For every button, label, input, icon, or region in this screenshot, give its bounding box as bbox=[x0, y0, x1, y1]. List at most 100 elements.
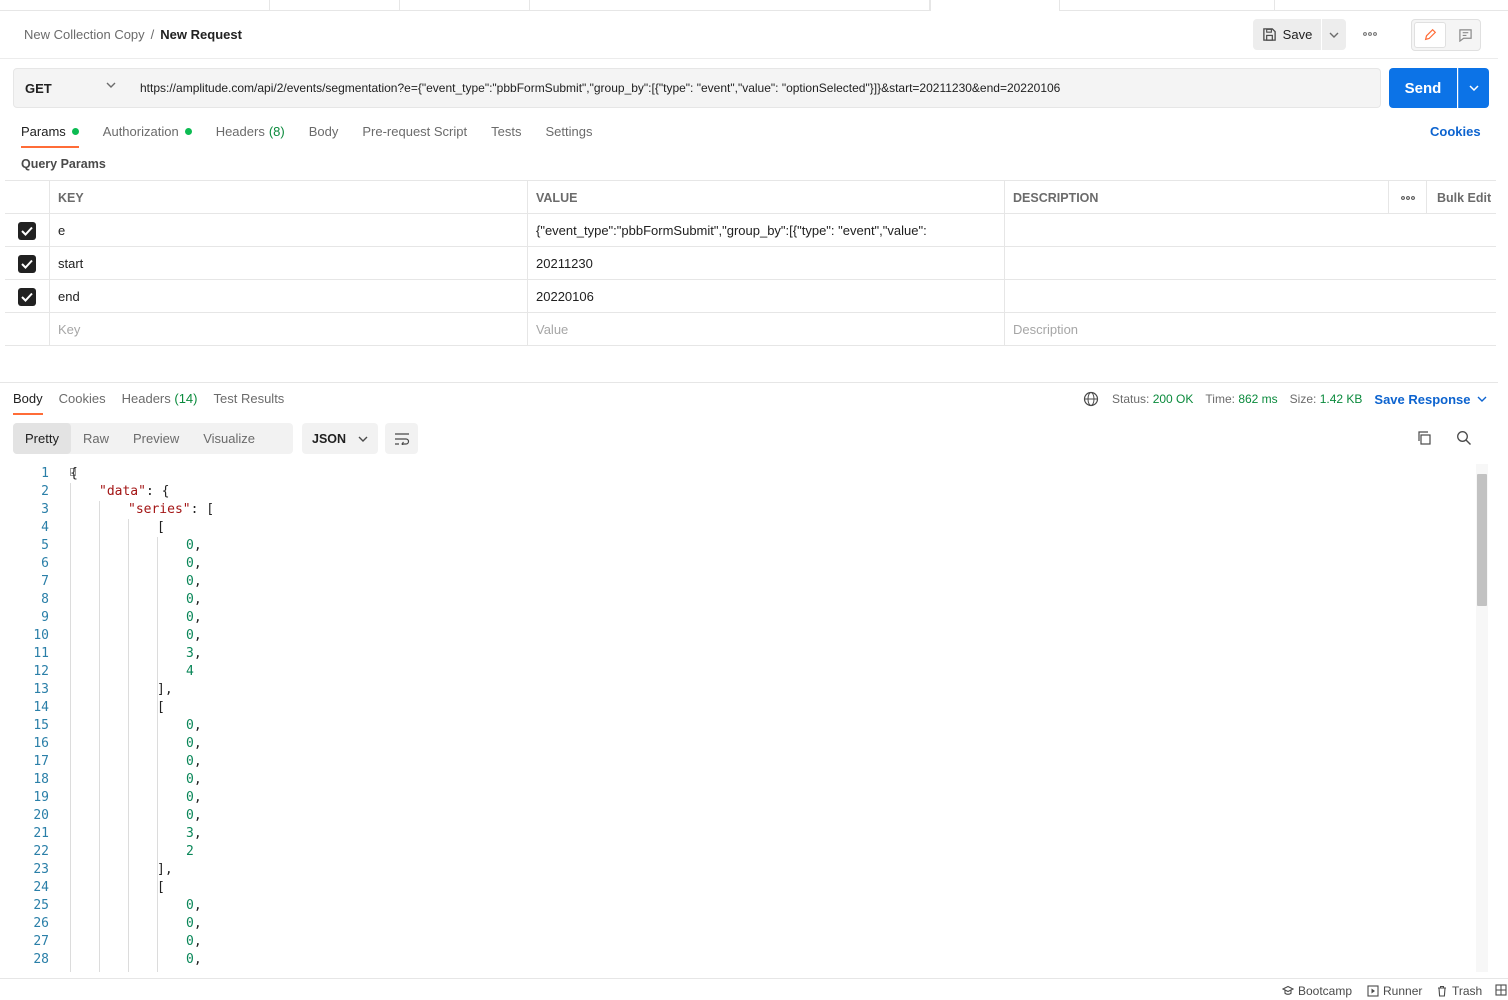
cookies-link[interactable]: Cookies bbox=[1430, 124, 1481, 139]
column-options-button[interactable] bbox=[1388, 181, 1426, 214]
trash-icon bbox=[1438, 985, 1446, 997]
view-pretty[interactable]: Pretty bbox=[13, 423, 71, 454]
param-value[interactable]: 20211230 bbox=[527, 247, 1004, 280]
tab-params[interactable]: Params bbox=[21, 124, 79, 148]
copy-icon[interactable] bbox=[1416, 430, 1432, 449]
request-tab[interactable] bbox=[530, 0, 930, 10]
response-divider[interactable] bbox=[0, 382, 1498, 383]
globe-icon[interactable] bbox=[1083, 391, 1100, 407]
param-value[interactable]: 20220106 bbox=[527, 280, 1004, 313]
line-content: 0, bbox=[186, 717, 202, 735]
more-actions-button[interactable] bbox=[1358, 23, 1382, 45]
view-raw[interactable]: Raw bbox=[71, 423, 121, 454]
request-tab[interactable] bbox=[400, 0, 530, 10]
code-line: 5 0, bbox=[0, 537, 1475, 555]
save-response-button[interactable]: Save Response bbox=[1374, 392, 1487, 407]
response-tab-body[interactable]: Body bbox=[13, 391, 43, 415]
header-key: KEY bbox=[49, 181, 528, 214]
response-tab-test-results[interactable]: Test Results bbox=[214, 391, 285, 415]
response-body-editor[interactable]: 1{2 "data": {3 "series": [4[5 0, 6 0, 7 0, 8 0, 9 0… bbox=[0, 464, 1475, 972]
response-status[interactable]: Status: 200 OK bbox=[1112, 392, 1193, 406]
response-size[interactable]: Size: 1.42 KB bbox=[1290, 392, 1363, 406]
method-select[interactable]: GET bbox=[13, 68, 129, 108]
json-punctuation: , bbox=[193, 610, 202, 625]
breadcrumb-collection[interactable]: New Collection Copy bbox=[24, 27, 145, 42]
save-button[interactable]: Save bbox=[1253, 19, 1321, 50]
wrap-lines-button[interactable] bbox=[385, 423, 418, 454]
response-tab-cookies[interactable]: Cookies bbox=[59, 391, 106, 415]
format-select[interactable]: JSON bbox=[302, 423, 378, 454]
edit-mode-button[interactable] bbox=[1414, 22, 1446, 48]
checkbox-checked-icon bbox=[18, 287, 36, 306]
new-param-description-input[interactable]: Description bbox=[1004, 313, 1388, 346]
tab-count: (8) bbox=[268, 124, 285, 139]
search-icon[interactable] bbox=[1456, 430, 1472, 449]
send-options-button[interactable] bbox=[1458, 68, 1489, 108]
tab-pre-request-script[interactable]: Pre-request Script bbox=[362, 124, 467, 148]
json-punctuation: , bbox=[193, 808, 202, 823]
param-description[interactable] bbox=[1004, 247, 1388, 280]
breadcrumb-separator: / bbox=[150, 27, 155, 42]
view-visualize[interactable]: Visualize bbox=[191, 423, 267, 454]
tab-label: Body bbox=[13, 391, 43, 406]
tab-settings[interactable]: Settings bbox=[545, 124, 592, 148]
save-options-button[interactable] bbox=[1322, 19, 1346, 50]
json-number: 0 bbox=[186, 592, 194, 607]
bootcamp-button[interactable]: Bootcamp bbox=[1282, 984, 1352, 998]
editor-scroll-thumb[interactable] bbox=[1477, 474, 1487, 606]
line-content: { bbox=[70, 465, 78, 483]
code-line: 17 0, bbox=[0, 753, 1475, 771]
param-description[interactable] bbox=[1004, 280, 1388, 313]
size-value: 1.42 KB bbox=[1319, 392, 1363, 406]
request-tab-active[interactable] bbox=[930, 0, 1060, 11]
save-icon bbox=[1262, 28, 1276, 41]
comments-button[interactable] bbox=[1450, 22, 1480, 48]
code-line: 11 3, bbox=[0, 645, 1475, 663]
json-punctuation: , bbox=[193, 556, 202, 571]
param-key[interactable]: start bbox=[49, 247, 528, 280]
status-label: Status: bbox=[1112, 392, 1150, 406]
request-tab[interactable] bbox=[1060, 0, 1275, 10]
bulk-edit-button[interactable]: Bulk Edit bbox=[1426, 181, 1496, 214]
json-number: 0 bbox=[186, 610, 194, 625]
new-param-value-input[interactable]: Value bbox=[527, 313, 1004, 346]
time-label: Time: bbox=[1205, 392, 1235, 406]
tab-body[interactable]: Body bbox=[309, 124, 339, 148]
tab-headers[interactable]: Headers (8) bbox=[216, 124, 285, 148]
trash-button[interactable]: Trash bbox=[1436, 984, 1482, 998]
line-number: 12 bbox=[33, 664, 49, 679]
line-number: 21 bbox=[33, 826, 49, 841]
response-time[interactable]: Time: 862 ms bbox=[1205, 392, 1277, 406]
layout-toggle-button[interactable] bbox=[1495, 984, 1507, 996]
url-input[interactable]: https://amplitude.com/api/2/events/segme… bbox=[128, 68, 1381, 108]
json-punctuation: , bbox=[193, 952, 202, 967]
tab-tests[interactable]: Tests bbox=[491, 124, 521, 148]
param-enabled-checkbox[interactable] bbox=[5, 214, 49, 247]
new-param-key-input[interactable]: Key bbox=[49, 313, 528, 346]
breadcrumb-request-name[interactable]: New Request bbox=[160, 27, 242, 42]
json-number: 0 bbox=[186, 808, 194, 823]
param-description[interactable] bbox=[1004, 214, 1388, 247]
wrap-lines-icon bbox=[394, 432, 409, 445]
request-tab[interactable] bbox=[270, 0, 400, 10]
param-value[interactable]: {"event_type":"pbbFormSubmit","group_by"… bbox=[527, 214, 1004, 247]
code-line: 23], bbox=[0, 861, 1475, 879]
header-check-cell bbox=[5, 181, 49, 214]
param-enabled-checkbox[interactable] bbox=[5, 247, 49, 280]
json-number: 0 bbox=[186, 556, 194, 571]
indent-guide bbox=[99, 501, 100, 972]
line-content: 3, bbox=[186, 825, 202, 843]
send-button[interactable]: Send bbox=[1389, 68, 1457, 108]
view-preview[interactable]: Preview bbox=[121, 423, 191, 454]
param-key[interactable]: end bbox=[49, 280, 528, 313]
line-content: 0, bbox=[186, 573, 202, 591]
line-number: 7 bbox=[41, 574, 49, 589]
line-content: 0, bbox=[186, 807, 202, 825]
request-tab[interactable] bbox=[0, 0, 270, 10]
line-content: [ bbox=[157, 699, 165, 717]
param-enabled-checkbox[interactable] bbox=[5, 280, 49, 313]
response-tab-headers[interactable]: Headers (14) bbox=[122, 391, 198, 415]
param-key[interactable]: e bbox=[49, 214, 528, 247]
runner-button[interactable]: Runner bbox=[1367, 984, 1422, 998]
tab-authorization[interactable]: Authorization bbox=[103, 124, 192, 148]
